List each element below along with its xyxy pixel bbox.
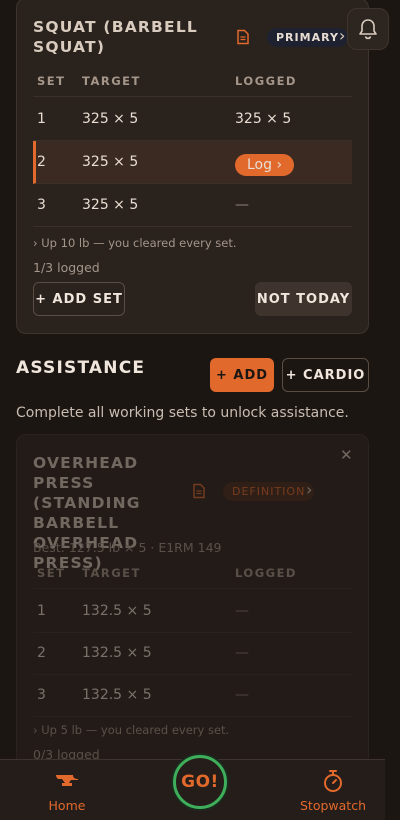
notes-icon[interactable] xyxy=(191,483,207,499)
add-cardio-button[interactable]: + CARDIO xyxy=(282,358,369,392)
column-logged: LOGGED xyxy=(235,74,297,88)
progression-hint: › Up 5 lb — you cleared every set. xyxy=(33,723,230,737)
add-assistance-button[interactable]: + ADD xyxy=(210,358,274,392)
tab-stopwatch[interactable]: Stopwatch xyxy=(300,760,366,820)
sets-table-header: SET TARGET LOGGED xyxy=(33,557,352,589)
bell-icon xyxy=(359,19,377,40)
set-number: 3 xyxy=(37,687,46,703)
set-logged: — xyxy=(235,197,249,213)
locked-exercise-card: ✕ OVERHEAD PRESS (STANDING BARBELL OVERH… xyxy=(16,434,369,760)
notifications-button[interactable] xyxy=(347,8,389,50)
tab-stopwatch-label: Stopwatch xyxy=(300,798,366,813)
assistance-title: ASSISTANCE xyxy=(16,358,146,378)
set-row[interactable]: 3 325 × 5 — xyxy=(33,184,352,227)
progression-hint: › Up 10 lb — you cleared every set. xyxy=(33,236,237,250)
definition-badge[interactable]: DEFINITION xyxy=(223,482,315,501)
go-button[interactable]: GO! xyxy=(173,755,227,809)
assistance-subtitle: Complete all working sets to unlock assi… xyxy=(16,405,349,421)
column-logged: LOGGED xyxy=(235,566,297,580)
column-set: SET xyxy=(37,566,66,580)
primary-exercise-card: SQUAT (BARBELL SQUAT) PRIMARY › SET TARG… xyxy=(16,0,369,334)
chevron-right-icon[interactable]: › xyxy=(339,26,345,45)
exercise-title: OVERHEAD PRESS (STANDING BARBELL OVERHEA… xyxy=(33,454,141,572)
set-target: 325 × 5 xyxy=(82,154,139,170)
not-today-button[interactable]: NOT TODAY xyxy=(255,282,352,316)
set-number: 1 xyxy=(37,603,46,619)
set-logged: — xyxy=(235,645,249,661)
set-target: 325 × 5 xyxy=(82,111,139,127)
set-logged: — xyxy=(235,603,249,619)
notes-icon[interactable] xyxy=(235,29,251,45)
set-number: 2 xyxy=(37,154,46,170)
best-record: Best: 127.5 lb × 5 · E1RM 149 xyxy=(33,540,222,555)
set-logged: — xyxy=(235,687,249,703)
close-icon[interactable]: ✕ xyxy=(340,446,353,464)
set-number: 1 xyxy=(37,111,46,127)
primary-badge: PRIMARY xyxy=(267,28,348,47)
set-target: 132.5 × 5 xyxy=(82,687,152,703)
exercise-title: SQUAT (BARBELL SQUAT) xyxy=(33,18,198,56)
set-row[interactable]: 1 325 × 5 325 × 5 xyxy=(33,98,352,141)
set-row: 3 132.5 × 5 — xyxy=(33,674,352,717)
set-row: 1 132.5 × 5 — xyxy=(33,590,352,633)
tab-home[interactable]: Home xyxy=(40,760,94,820)
set-target: 132.5 × 5 xyxy=(82,603,152,619)
workout-scroll-area[interactable]: SQUAT (BARBELL SQUAT) PRIMARY › SET TARG… xyxy=(0,0,400,760)
set-number: 2 xyxy=(37,645,46,661)
chevron-right-icon[interactable]: › xyxy=(306,480,312,499)
set-row-active[interactable]: 2 325 × 5 Log › xyxy=(33,141,352,184)
set-target: 132.5 × 5 xyxy=(82,645,152,661)
stopwatch-icon xyxy=(324,770,342,792)
set-logged: 325 × 5 xyxy=(235,111,292,127)
add-set-button[interactable]: + ADD SET xyxy=(33,282,125,316)
column-set: SET xyxy=(37,74,66,88)
set-target: 325 × 5 xyxy=(82,197,139,213)
anvil-icon xyxy=(56,775,78,786)
sets-table-header: SET TARGET LOGGED xyxy=(33,65,352,97)
tab-home-label: Home xyxy=(48,798,86,813)
set-row: 2 132.5 × 5 — xyxy=(33,632,352,675)
column-target: TARGET xyxy=(82,74,141,88)
column-target: TARGET xyxy=(82,566,141,580)
set-number: 3 xyxy=(37,197,46,213)
logged-count: 1/3 logged xyxy=(33,260,100,275)
log-set-button[interactable]: Log › xyxy=(235,154,295,176)
